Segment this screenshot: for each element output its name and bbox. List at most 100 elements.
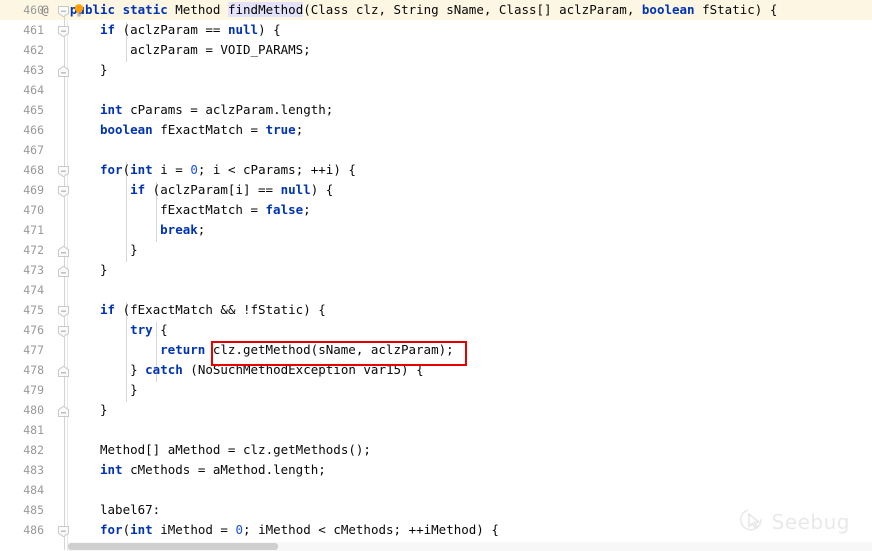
code-token: if: [100, 22, 116, 37]
fold-collapse-icon[interactable]: [57, 323, 70, 338]
editor-line-row[interactable]: [0, 140, 872, 160]
code-token: {: [152, 322, 168, 337]
line-number[interactable]: 483: [0, 460, 44, 480]
code-token: cMethods = aMethod.length;: [122, 462, 326, 477]
line-number[interactable]: 478: [0, 360, 44, 380]
code-token: 0: [235, 522, 244, 537]
fold-collapse-icon[interactable]: [57, 183, 70, 198]
code-token: 0: [190, 162, 198, 177]
line-number[interactable]: 469: [0, 180, 44, 200]
fold-end-icon[interactable]: [57, 243, 70, 257]
line-number[interactable]: 484: [0, 480, 44, 500]
line-number[interactable]: 472: [0, 240, 44, 260]
watermark-text: Seebug: [771, 509, 850, 534]
annotation-marker-icon[interactable]: @: [36, 0, 54, 20]
line-number[interactable]: 477: [0, 340, 44, 360]
code-line-text[interactable]: if (aclzParam[i] == null) {: [130, 180, 333, 200]
line-number[interactable]: 471: [0, 220, 44, 240]
line-number[interactable]: 465: [0, 100, 44, 120]
editor-line-row[interactable]: [0, 80, 872, 100]
code-token: ) {: [258, 22, 281, 37]
code-line-text[interactable]: }: [130, 240, 138, 260]
code-editor[interactable]: 460 @ public static Method findMethod(Clas…: [0, 0, 872, 551]
code-token: false: [265, 202, 304, 217]
code-line-text[interactable]: } catch (NoSuchMethodException var15) {: [130, 360, 424, 380]
code-line-text[interactable]: }: [100, 260, 108, 280]
fold-collapse-icon[interactable]: [57, 163, 70, 178]
fold-collapse-icon[interactable]: [57, 3, 70, 18]
line-number[interactable]: 475: [0, 300, 44, 320]
seebug-logo-icon: [738, 506, 765, 537]
line-number[interactable]: 485: [0, 500, 44, 520]
editor-line-row[interactable]: [0, 200, 872, 220]
fold-collapse-icon[interactable]: [57, 303, 70, 318]
code-token: i =: [152, 162, 191, 177]
code-line-text[interactable]: Method[] aMethod = clz.getMethods();: [100, 440, 371, 460]
fold-end-icon[interactable]: [57, 263, 70, 277]
line-number[interactable]: 482: [0, 440, 44, 460]
code-token: int: [100, 462, 123, 477]
code-line-text[interactable]: fExactMatch = false;: [160, 200, 311, 220]
code-token: ;: [197, 222, 206, 237]
editor-line-row[interactable]: [0, 280, 872, 300]
code-line-text[interactable]: return clz.getMethod(sName, aclzParam);: [160, 340, 454, 360]
editor-line-row[interactable]: [0, 420, 872, 440]
code-line-text[interactable]: label67:: [100, 500, 160, 520]
code-line-text[interactable]: break;: [160, 220, 205, 240]
line-number[interactable]: 468: [0, 160, 44, 180]
fold-end-icon[interactable]: [57, 403, 70, 417]
code-token: boolean: [100, 122, 153, 137]
editor-line-row[interactable]: [0, 60, 872, 80]
editor-line-row[interactable]: [0, 400, 872, 420]
code-line-text[interactable]: public static Method findMethod(Class cl…: [70, 0, 777, 20]
code-token: null: [280, 182, 311, 197]
fold-gutter-column[interactable]: [56, 0, 72, 551]
code-line-text[interactable]: if (fExactMatch && !fStatic) {: [100, 300, 326, 320]
line-number[interactable]: 479: [0, 380, 44, 400]
code-line-text[interactable]: }: [130, 380, 138, 400]
fold-end-icon[interactable]: [57, 363, 70, 377]
fold-collapse-icon[interactable]: [57, 23, 70, 38]
code-token: (fExactMatch && !fStatic) {: [115, 302, 326, 317]
line-number[interactable]: 463: [0, 60, 44, 80]
line-number[interactable]: 461: [0, 20, 44, 40]
fold-end-icon[interactable]: [57, 63, 70, 77]
code-token: ) {: [310, 182, 334, 197]
code-line-text[interactable]: int cParams = aclzParam.length;: [100, 100, 333, 120]
editor-line-row[interactable]: [0, 480, 872, 500]
line-number[interactable]: 473: [0, 260, 44, 280]
lightbulb-intention-icon[interactable]: [72, 3, 86, 22]
line-number[interactable]: 470: [0, 200, 44, 220]
code-line-text[interactable]: boolean fExactMatch = true;: [100, 120, 303, 140]
line-number[interactable]: 486: [0, 520, 44, 540]
code-line-text[interactable]: try {: [130, 320, 168, 340]
horizontal-scrollbar-thumb[interactable]: [68, 543, 278, 550]
code-line-text[interactable]: if (aclzParam == null) {: [100, 20, 281, 40]
code-line-text[interactable]: int cMethods = aMethod.length;: [100, 460, 326, 480]
horizontal-scrollbar-track[interactable]: [68, 542, 872, 551]
line-number[interactable]: 476: [0, 320, 44, 340]
code-token: ;: [295, 122, 304, 137]
line-number[interactable]: 462: [0, 40, 44, 60]
line-number[interactable]: 467: [0, 140, 44, 160]
line-number[interactable]: 481: [0, 420, 44, 440]
line-number[interactable]: 480: [0, 400, 44, 420]
fold-collapse-icon[interactable]: [57, 523, 70, 538]
code-line-text[interactable]: }: [100, 400, 108, 420]
editor-line-row[interactable]: [0, 220, 872, 240]
editor-line-row[interactable]: [0, 260, 872, 280]
code-token: (aclzParam ==: [115, 22, 228, 37]
line-number[interactable]: 466: [0, 120, 44, 140]
code-token: try: [130, 322, 153, 337]
code-token: }: [130, 382, 138, 397]
line-number[interactable]: 474: [0, 280, 44, 300]
code-token: }: [100, 402, 108, 417]
code-line-text[interactable]: aclzParam = VOID_PARAMS;: [130, 40, 311, 60]
code-token: cParams = aclzParam.length;: [122, 102, 334, 117]
code-line-text[interactable]: for(int iMethod = 0; iMethod < cMethods;…: [100, 520, 499, 540]
line-number[interactable]: 464: [0, 80, 44, 100]
code-line-text[interactable]: for(int i = 0; i < cParams; ++i) {: [100, 160, 356, 180]
code-token: (aclzParam[i] ==: [145, 182, 281, 197]
code-line-text[interactable]: }: [100, 60, 108, 80]
